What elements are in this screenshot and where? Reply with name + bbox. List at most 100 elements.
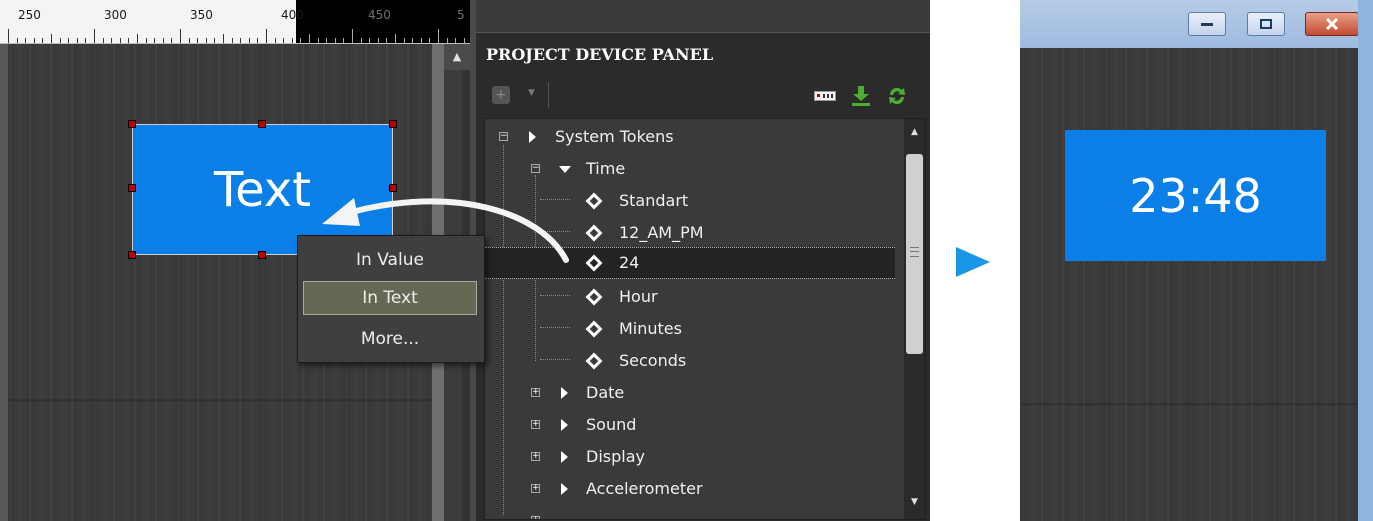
ruler-tick [377,38,379,43]
ruler-tick [291,38,293,43]
tree-scrollbar[interactable]: ▲ ▼ [904,119,925,519]
resize-handle[interactable] [128,184,136,192]
collapse-icon[interactable]: − [531,164,540,173]
scroll-up-icon[interactable]: ▲ [904,121,925,143]
ruler-label: 450 [368,8,391,22]
ruler-tick [145,38,147,43]
add-icon[interactable]: + [492,86,510,104]
tree-item-date[interactable]: + Date [485,377,895,409]
tree-item-system-tokens[interactable]: − System Tokens [485,121,895,153]
ruler-tick [25,38,27,43]
ruler-tick [162,38,164,43]
minimize-button[interactable] [1188,12,1226,36]
tree-item-partial[interactable]: + [485,505,895,519]
expand-icon[interactable]: + [531,388,540,397]
ruler-tick [51,34,52,43]
ruler-tick [102,38,104,43]
scroll-up-icon[interactable]: ▲ [444,44,470,70]
ruler-tick [111,38,113,43]
menu-item-more[interactable]: More... [303,322,477,356]
triangle-down-icon [559,166,571,173]
tree-item-label: Standart [619,191,689,210]
triangle-right-icon [561,419,568,431]
resize-handle[interactable] [128,120,136,128]
panel-top-strip [476,0,930,32]
tree-item-12-am-pm[interactable]: 12_AM_PM [485,217,895,249]
panel-title: PROJECT DEVICE PANEL [476,32,930,72]
token-icon [585,254,603,272]
ruler-tick [248,38,250,43]
resize-handle[interactable] [128,251,136,259]
ruler-tick [463,38,465,43]
tree-item-seconds[interactable]: Seconds [485,345,895,377]
ruler-tick [154,38,156,43]
triangle-right-icon [561,451,568,463]
ruler-tick [326,38,328,43]
ruler-tick [188,38,190,43]
context-menu: In Value In Text More... [297,235,485,363]
tree-item-label: Time [586,159,626,178]
menu-item-in-text[interactable]: In Text [303,281,477,315]
ruler-tick [274,38,276,43]
window-titlebar [1020,0,1359,48]
tree-item-24-selected[interactable]: 24 [485,247,895,279]
collapse-icon[interactable]: − [499,132,508,141]
maximize-icon [1260,19,1272,29]
ruler-tick [455,38,457,43]
menu-item-in-value[interactable]: In Value [303,243,477,277]
ruler-tick [420,38,422,43]
tree-item-accelerometer[interactable]: + Accelerometer [485,473,895,505]
keyboard-icon[interactable] [814,86,836,106]
tree-item-time[interactable]: − Time [485,153,895,185]
token-icon [585,288,603,306]
window-frame-edge [1358,0,1373,521]
resize-handle[interactable] [258,120,266,128]
ruler-tick [429,38,431,43]
grip-icon [910,247,919,257]
ruler-label: 300 [104,8,127,22]
ruler-tick [180,29,181,43]
ruler-tick [119,38,121,43]
expand-icon[interactable]: + [531,484,540,493]
panel-toolbar: + ▼ [482,74,930,116]
ruler-tick [386,38,388,43]
expand-icon[interactable]: + [531,420,540,429]
maximize-button[interactable] [1247,12,1285,36]
tree-item-display[interactable]: + Display [485,441,895,473]
play-arrow-icon [956,247,990,277]
horizontal-ruler: 250 300 350 400 450 5 [0,0,470,44]
ruler-tick [231,38,233,43]
ruler-tick [395,34,396,43]
download-icon[interactable] [850,86,872,106]
ruler-tick [59,38,61,43]
ruler-tick [205,38,207,43]
tree-item-hour[interactable]: Hour [485,281,895,313]
ruler-tick [360,38,362,43]
scroll-down-icon[interactable]: ▼ [904,491,925,513]
ruler-tick [94,29,95,43]
ruler-tick [343,38,345,43]
ruler-tick [214,38,216,43]
ruler-tick [369,38,371,43]
ruler-tick [197,38,199,43]
expand-icon[interactable]: + [531,516,540,519]
resize-handle[interactable] [258,251,266,259]
project-device-panel: PROJECT DEVICE PANEL + ▼ − System Tokens [470,0,930,521]
tree-item-sound[interactable]: + Sound [485,409,895,441]
tree-item-label: 24 [619,253,640,272]
token-tree: − System Tokens − Time Standart 12_AM_PM… [484,118,926,520]
ruler-tick [300,38,302,43]
chevron-down-icon[interactable]: ▼ [528,88,535,98]
close-button[interactable] [1305,12,1359,36]
tree-item-minutes[interactable]: Minutes [485,313,895,345]
ruler-label: 350 [190,8,213,22]
tree-item-label: Sound [586,415,637,434]
close-icon [1325,18,1339,30]
expand-icon[interactable]: + [531,452,540,461]
resize-handle[interactable] [389,184,397,192]
ruler-tick [240,38,242,43]
resize-handle[interactable] [389,120,397,128]
tree-item-standart[interactable]: Standart [485,185,895,217]
refresh-icon[interactable] [886,86,908,106]
token-icon [585,320,603,338]
